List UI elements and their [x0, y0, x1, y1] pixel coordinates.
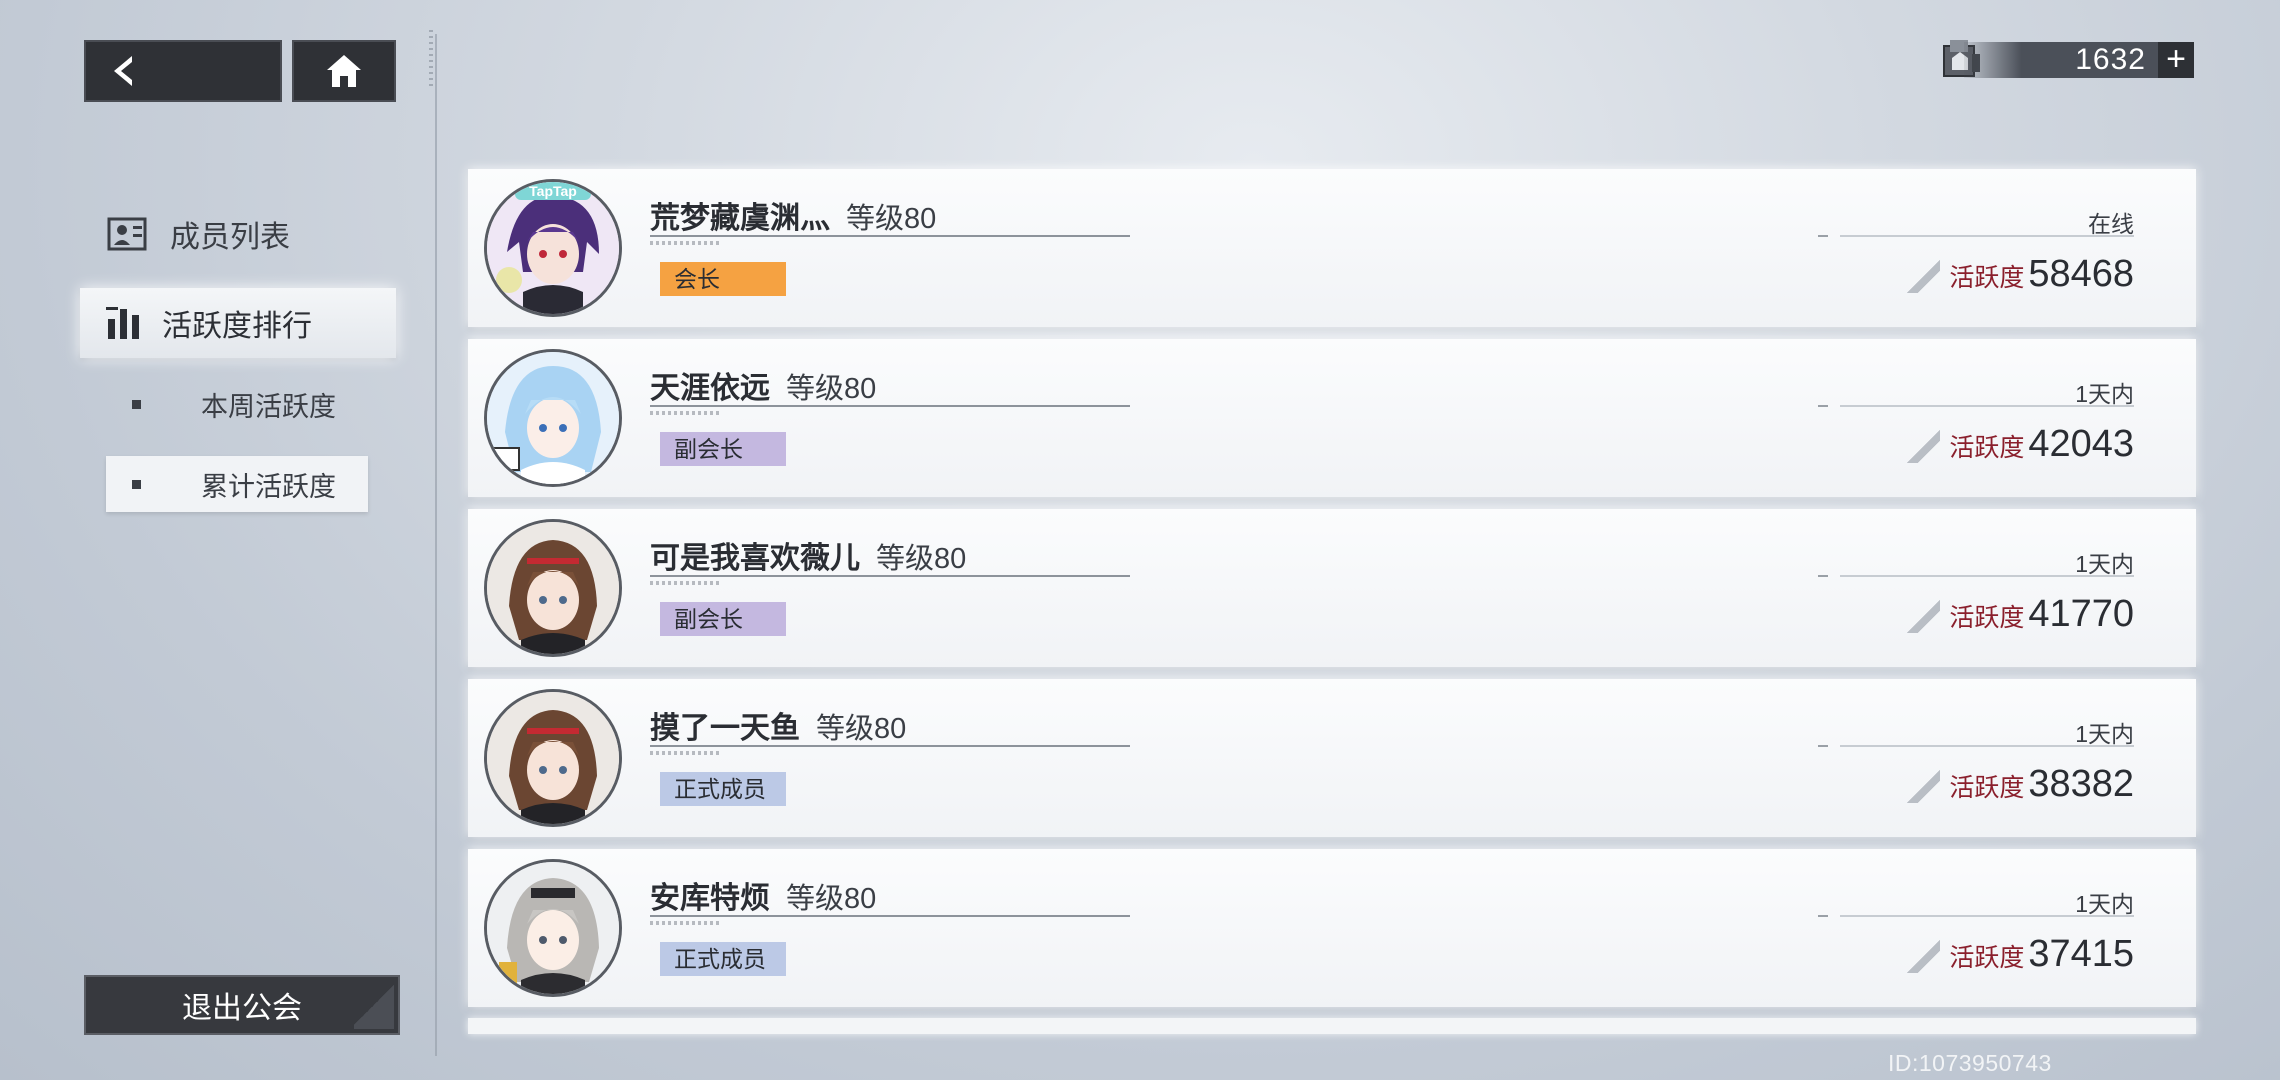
member-avatar[interactable]: TapTap — [484, 179, 622, 317]
underline-decor — [650, 921, 720, 925]
underline-decor — [650, 581, 720, 585]
online-status: 在线 — [2088, 211, 2134, 237]
status-underline — [1818, 915, 2134, 917]
sub-weekly-activity[interactable]: 本周活跃度 — [106, 376, 368, 432]
tab-activity-ranking[interactable]: 活跃度排行 — [80, 288, 396, 358]
activity-label: 活跃度 — [1949, 774, 2025, 802]
member-name: 摸了一天鱼 — [650, 712, 800, 745]
status-underline — [1818, 405, 2134, 407]
activity-slash-decor — [1906, 593, 1940, 633]
underline-decor — [650, 751, 720, 755]
member-avatar[interactable] — [484, 859, 622, 997]
activity-score: 活跃度 58468 — [1949, 253, 2134, 296]
activity-label: 活跃度 — [1949, 944, 2025, 972]
activity-value: 37415 — [2028, 933, 2134, 975]
role-badge: 正式成员 — [660, 942, 786, 976]
member-level: 等级80 — [846, 203, 937, 235]
back-arrow-icon — [114, 56, 132, 86]
activity-label: 活跃度 — [1949, 264, 2025, 292]
name-underline — [650, 915, 1130, 917]
player-id: ID:1073950743 — [1888, 1050, 2052, 1076]
avatar-portrait-icon — [487, 352, 619, 484]
activity-label: 活跃度 — [1949, 604, 2025, 632]
status-underline — [1818, 745, 2134, 747]
activity-score: 活跃度 38382 — [1949, 763, 2134, 806]
back-button[interactable] — [84, 40, 282, 102]
avatar-portrait-icon: TapTap — [487, 182, 619, 314]
online-status: 1天内 — [2075, 551, 2134, 577]
online-status: 1天内 — [2075, 721, 2134, 747]
activity-value: 58468 — [2028, 253, 2134, 295]
name-underline — [650, 235, 1130, 237]
member-avatar[interactable] — [484, 349, 622, 487]
name-underline — [650, 405, 1130, 407]
sub-weekly-activity-label: 本周活跃度 — [201, 391, 336, 422]
home-icon — [327, 55, 361, 87]
activity-slash-decor — [1906, 423, 1940, 463]
sub-total-activity-label: 累计活跃度 — [201, 471, 336, 502]
divider-tick — [429, 30, 433, 88]
add-currency-button[interactable]: + — [2158, 42, 2194, 78]
role-badge: 正式成员 — [660, 772, 786, 806]
member-level: 等级80 — [786, 373, 877, 405]
member-level: 等级80 — [876, 543, 967, 575]
currency-display: 1632 + — [1964, 42, 2194, 78]
activity-score: 活跃度 37415 — [1949, 933, 2134, 976]
member-avatar[interactable] — [484, 689, 622, 827]
member-name: 可是我喜欢薇儿 — [650, 542, 860, 575]
status-underline — [1818, 235, 2134, 237]
sub-total-activity[interactable]: 累计活跃度 — [106, 456, 368, 512]
member-list-icon — [107, 217, 147, 251]
next-card-partial[interactable] — [468, 1018, 2196, 1034]
activity-score: 活跃度 42043 — [1949, 423, 2134, 466]
online-status: 1天内 — [2075, 891, 2134, 917]
role-badge: 副会长 — [660, 602, 786, 636]
member-name: 安库特烦 — [650, 882, 770, 915]
home-button[interactable] — [292, 40, 396, 102]
underline-decor — [650, 411, 720, 415]
activity-label: 活跃度 — [1949, 434, 2025, 462]
svg-text:TapTap: TapTap — [529, 183, 577, 199]
member-card[interactable]: 安库特烦 等级80 正式成员 1天内 活跃度 37415 — [468, 849, 2196, 1007]
member-card[interactable]: 摸了一天鱼 等级80 正式成员 1天内 活跃度 38382 — [468, 679, 2196, 837]
activity-slash-decor — [1906, 933, 1940, 973]
ranking-icon — [106, 307, 139, 339]
status-underline — [1818, 575, 2134, 577]
avatar-portrait-icon — [487, 522, 619, 654]
activity-slash-decor — [1906, 253, 1940, 293]
activity-value: 41770 — [2028, 593, 2134, 635]
member-list-header[interactable]: 成员列表 — [106, 212, 290, 256]
role-badge: 副会长 — [660, 432, 786, 466]
underline-decor — [650, 241, 720, 245]
avatar-portrait-icon — [487, 862, 619, 994]
member-card[interactable]: 可是我喜欢薇儿 等级80 副会长 1天内 活跃度 41770 — [468, 509, 2196, 667]
member-level: 等级80 — [816, 713, 907, 745]
online-status: 1天内 — [2075, 381, 2134, 407]
member-level: 等级80 — [786, 883, 877, 915]
tab-activity-ranking-label: 活跃度排行 — [162, 310, 312, 343]
bullet-icon — [132, 479, 141, 489]
name-underline — [650, 745, 1130, 747]
role-badge: 会长 — [660, 262, 786, 296]
activity-slash-decor — [1906, 763, 1940, 803]
vertical-divider — [435, 34, 437, 1056]
member-name: 天涯依远 — [650, 372, 770, 405]
member-card[interactable]: TapTap 荒梦藏虞渊灬 等级80 会长 在线 活跃度 58468 — [468, 169, 2196, 327]
bullet-icon — [132, 399, 141, 409]
member-avatar[interactable] — [484, 519, 622, 657]
name-underline — [650, 575, 1130, 577]
avatar-portrait-icon — [487, 692, 619, 824]
currency-amount: 1632 — [2075, 43, 2146, 76]
activity-score: 活跃度 41770 — [1949, 593, 2134, 636]
member-name: 荒梦藏虞渊灬 — [650, 202, 830, 235]
member-list-label: 成员列表 — [170, 221, 290, 254]
member-card[interactable]: 天涯依远 等级80 副会长 1天内 活跃度 42043 — [468, 339, 2196, 497]
activity-value: 42043 — [2028, 423, 2134, 465]
quit-guild-label: 退出公会 — [182, 992, 302, 1025]
activity-value: 38382 — [2028, 763, 2134, 805]
quit-guild-button[interactable]: 退出公会 — [84, 975, 400, 1035]
